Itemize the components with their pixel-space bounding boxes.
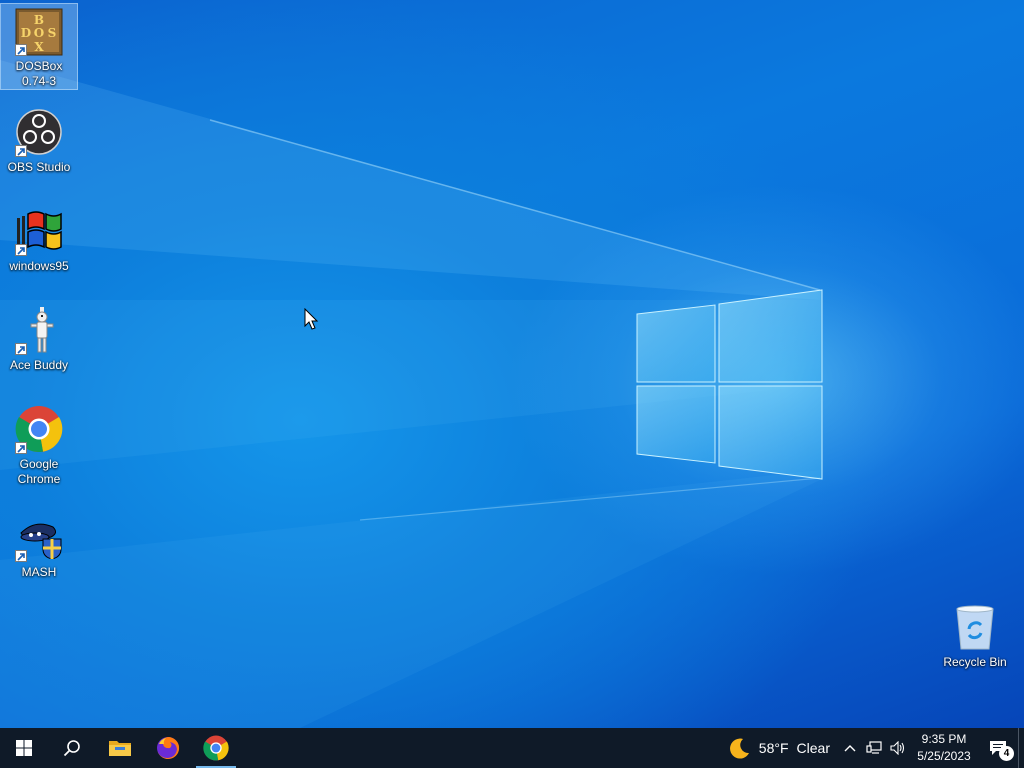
clock-time: 9:35 PM bbox=[921, 732, 967, 746]
shortcut-arrow-icon bbox=[15, 145, 27, 157]
desktop-icon-label: Recycle Bin bbox=[943, 655, 1007, 669]
chrome-icon bbox=[203, 735, 229, 761]
clock[interactable]: 9:35 PM 5/25/2023 bbox=[910, 731, 978, 765]
show-hidden-icons-button[interactable] bbox=[838, 728, 862, 768]
dosbox-letter: B bbox=[34, 13, 44, 27]
weather-condition: Clear bbox=[796, 740, 830, 756]
ace-buddy-icon bbox=[13, 304, 65, 356]
shortcut-arrow-icon bbox=[15, 442, 27, 454]
obs-icon bbox=[13, 106, 65, 158]
wallpaper bbox=[0, 60, 823, 728]
desktop-icon-label: MASH bbox=[21, 565, 57, 579]
dosbox-letter: D bbox=[21, 26, 31, 40]
taskbar-firefox[interactable] bbox=[144, 728, 192, 768]
desktop-icon-ace-buddy[interactable]: Ace Buddy bbox=[1, 301, 77, 373]
windows95-icon bbox=[13, 205, 65, 257]
show-desktop-button[interactable] bbox=[1018, 728, 1024, 768]
desktop-icon-label: OBS Studio bbox=[7, 160, 71, 174]
taskbar-file-explorer[interactable] bbox=[96, 728, 144, 768]
dosbox-icon: B D O S X bbox=[13, 7, 65, 57]
volume-button[interactable] bbox=[886, 728, 910, 768]
clock-date: 5/25/2023 bbox=[917, 749, 971, 763]
desktop[interactable]: B D O S X DOSBox 0.74-3 OBS Studio windo… bbox=[0, 0, 1024, 728]
desktop-icon-label: Google Chrome bbox=[17, 457, 61, 486]
start-button[interactable] bbox=[0, 728, 48, 768]
search-button[interactable] bbox=[48, 728, 96, 768]
mash-icon bbox=[13, 511, 65, 563]
chevron-up-icon bbox=[844, 745, 856, 752]
firefox-icon bbox=[157, 736, 180, 759]
search-icon bbox=[63, 740, 80, 757]
shortcut-arrow-icon bbox=[15, 343, 27, 355]
desktop-icon-recycle-bin[interactable]: Recycle Bin bbox=[937, 598, 1013, 670]
desktop-icon-label: windows95 bbox=[9, 259, 69, 273]
notification-count-badge: 4 bbox=[999, 746, 1014, 761]
system-tray: 58°F Clear 9:35 PM 5/25/2023 4 bbox=[725, 728, 1024, 768]
moon-icon bbox=[729, 738, 749, 759]
taskbar-chrome[interactable] bbox=[192, 728, 240, 768]
start-icon bbox=[16, 740, 32, 756]
desktop-icon-windows95[interactable]: windows95 bbox=[1, 202, 77, 274]
chrome-icon bbox=[13, 403, 65, 455]
mouse-pointer-icon bbox=[304, 308, 318, 330]
taskbar: 58°F Clear 9:35 PM 5/25/2023 4 bbox=[0, 728, 1024, 768]
desktop-icon-label: DOSBox 0.74-3 bbox=[15, 59, 63, 88]
network-icon bbox=[866, 741, 882, 754]
folder-icon bbox=[109, 741, 131, 756]
shortcut-arrow-icon bbox=[15, 244, 27, 256]
shortcut-arrow-icon bbox=[15, 550, 27, 562]
recycle-bin-icon bbox=[949, 601, 1001, 653]
desktop-icon-google-chrome[interactable]: Google Chrome bbox=[1, 400, 77, 487]
action-center-button[interactable]: 4 bbox=[978, 728, 1018, 768]
weather-temperature: 58°F bbox=[758, 740, 789, 756]
shortcut-arrow-icon bbox=[15, 44, 27, 56]
network-button[interactable] bbox=[862, 728, 886, 768]
desktop-icon-obs-studio[interactable]: OBS Studio bbox=[1, 103, 77, 175]
desktop-icon-mash[interactable]: MASH bbox=[1, 508, 77, 580]
dosbox-letter: X bbox=[34, 40, 44, 54]
desktop-icon-label: Ace Buddy bbox=[9, 358, 69, 372]
dosbox-letter: S bbox=[48, 26, 57, 40]
volume-icon bbox=[890, 741, 905, 755]
desktop-icon-dosbox[interactable]: B D O S X DOSBox 0.74-3 bbox=[0, 3, 78, 90]
dosbox-letter: O bbox=[34, 26, 44, 40]
weather-widget[interactable]: 58°F Clear bbox=[725, 728, 838, 768]
